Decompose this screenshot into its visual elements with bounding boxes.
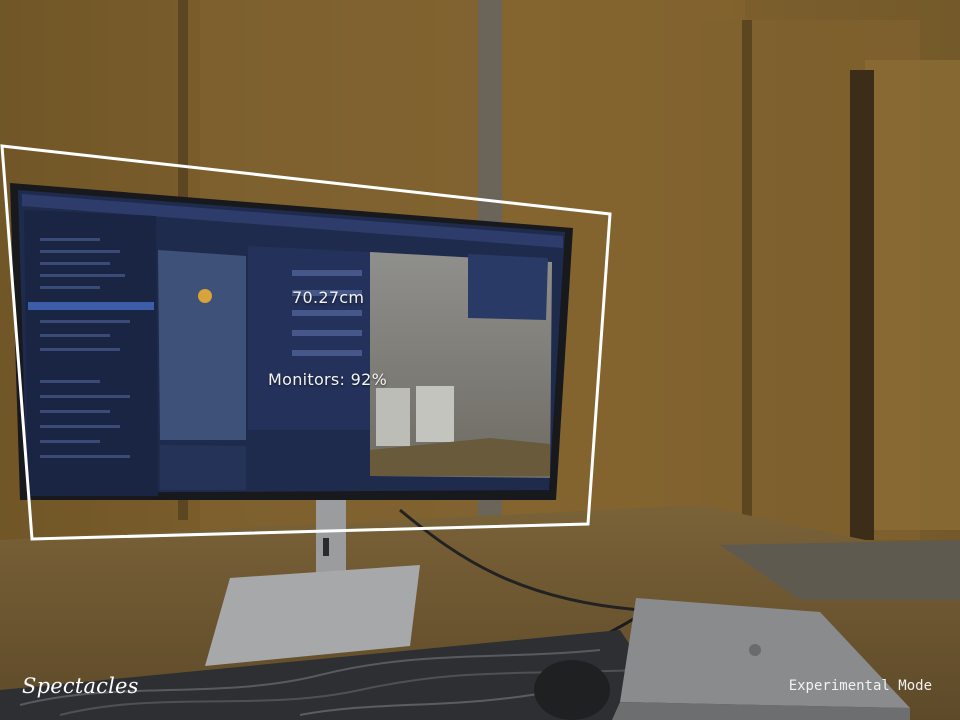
detection-confidence-label: Monitors: 92% bbox=[268, 370, 388, 389]
camera-scene bbox=[0, 0, 960, 720]
experimental-mode-label: Experimental Mode bbox=[788, 678, 932, 694]
mouse bbox=[534, 660, 610, 720]
measurement-label: 70.27cm bbox=[292, 288, 365, 307]
spectacles-logo: Spectacles bbox=[22, 674, 139, 698]
monitor bbox=[10, 183, 573, 500]
